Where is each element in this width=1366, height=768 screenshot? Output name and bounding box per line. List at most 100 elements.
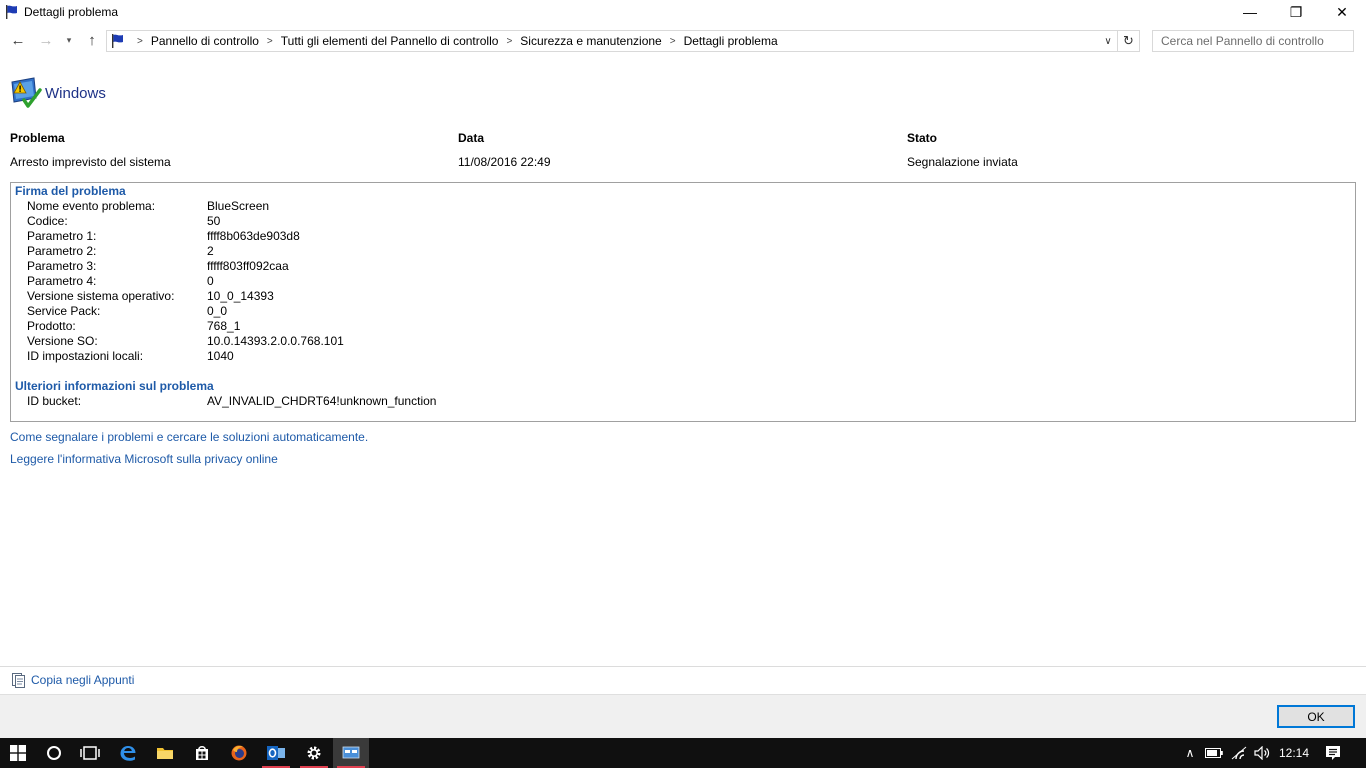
store-button[interactable] — [184, 738, 220, 768]
chevron-down-icon: ▾ — [66, 34, 72, 45]
more-info-title: Ulteriori informazioni sul problema — [15, 379, 214, 393]
detail-key: ID impostazioni locali: — [27, 349, 144, 363]
battery-icon — [1205, 748, 1223, 758]
clock[interactable]: 12:14 — [1274, 738, 1314, 768]
detail-value: 2 — [207, 244, 214, 258]
status-column: Stato Segnalazione inviata — [907, 131, 1018, 169]
restore-icon: ❐ — [1289, 3, 1303, 20]
control-panel-button[interactable] — [333, 738, 369, 768]
breadcrumb-separator-icon[interactable]: > — [137, 36, 143, 47]
detail-value: 1040 — [207, 349, 234, 363]
wifi-icon — [1231, 746, 1247, 760]
address-dropdown-button[interactable]: ∨ — [1101, 33, 1115, 49]
title-bar: Dettagli problema — ❐ ✕ — [0, 0, 1366, 24]
detail-key: Prodotto: — [27, 319, 76, 333]
problem-column: Problema Arresto imprevisto del sistema — [10, 131, 171, 169]
breadcrumb-item[interactable]: Pannello di controllo — [151, 34, 259, 48]
detail-key: Service Pack: — [27, 304, 101, 318]
settings-button[interactable] — [296, 738, 332, 768]
close-button[interactable]: ✕ — [1319, 0, 1365, 24]
detail-value: ffff8b063de903d8 — [207, 229, 300, 243]
minimize-button[interactable]: — — [1227, 0, 1273, 24]
search-icon — [47, 746, 61, 760]
detail-key: Versione sistema operativo: — [27, 289, 175, 303]
notification-icon — [1326, 746, 1340, 760]
task-view-button[interactable] — [72, 738, 108, 768]
problem-details-box[interactable]: Firma del problema Nome evento problema:… — [10, 182, 1356, 422]
detail-key: Parametro 3: — [27, 259, 97, 273]
product-name: Windows — [45, 85, 106, 102]
breadcrumb-separator-icon[interactable]: > — [506, 36, 512, 47]
network-button[interactable] — [1228, 738, 1250, 768]
flag-icon — [6, 5, 18, 19]
detail-key: Nome evento problema: — [27, 199, 156, 213]
problem-value: Arresto imprevisto del sistema — [10, 155, 171, 169]
address-bar[interactable]: > Pannello di controllo > Tutti gli elem… — [106, 30, 1140, 52]
speaker-icon — [1254, 746, 1270, 760]
refresh-button[interactable]: ↻ — [1117, 31, 1139, 51]
detail-value: BlueScreen — [207, 199, 270, 213]
detail-value: fffff803ff092caa — [207, 259, 289, 273]
detail-key: Parametro 1: — [27, 229, 97, 243]
recent-locations-button[interactable]: ▾ — [62, 30, 76, 50]
ok-button[interactable]: OK — [1277, 705, 1355, 728]
cortana-button[interactable] — [36, 738, 72, 768]
detail-value: 10_0_14393 — [207, 289, 274, 303]
edge-button[interactable] — [110, 738, 146, 768]
clipboard-icon — [12, 673, 25, 688]
detail-key: ID bucket: — [27, 394, 82, 408]
store-icon — [196, 746, 208, 760]
forward-button[interactable]: → — [36, 30, 56, 50]
task-view-icon — [80, 746, 100, 760]
status-value: Segnalazione inviata — [907, 155, 1018, 169]
date-value: 11/08/2016 22:49 — [458, 155, 551, 169]
detail-key: Versione SO: — [27, 334, 98, 348]
firefox-button[interactable] — [221, 738, 257, 768]
settings-icon — [307, 746, 321, 760]
search-box — [1152, 30, 1354, 52]
arrow-right-icon: → — [38, 31, 54, 49]
signature-title: Firma del problema — [15, 184, 126, 198]
firefox-icon — [231, 745, 247, 761]
date-label: Data — [458, 131, 485, 145]
action-center-button[interactable] — [1318, 738, 1348, 768]
arrow-up-icon: ↑ — [88, 31, 96, 49]
battery-button[interactable] — [1202, 738, 1226, 768]
start-button[interactable] — [0, 738, 36, 768]
breadcrumb-separator-icon[interactable]: > — [670, 36, 676, 47]
breadcrumb-item[interactable]: Dettagli problema — [684, 34, 778, 48]
detail-value: 50 — [207, 214, 221, 228]
breadcrumb-item[interactable]: Tutti gli elementi del Pannello di contr… — [281, 34, 499, 48]
search-input[interactable] — [1153, 31, 1353, 51]
detail-value: AV_INVALID_CHDRT64!unknown_function — [207, 394, 437, 408]
up-button[interactable]: ↑ — [82, 30, 102, 50]
edge-icon — [120, 746, 136, 761]
chevron-down-icon: ∨ — [1104, 35, 1112, 47]
copy-to-clipboard-link[interactable]: Copia negli Appunti — [10, 671, 134, 689]
volume-button[interactable] — [1251, 738, 1273, 768]
control-panel-icon — [342, 746, 360, 759]
outlook-button[interactable] — [258, 738, 294, 768]
start-icon — [10, 745, 26, 761]
taskbar: ∧ 12:14 — [0, 738, 1366, 768]
problem-label: Problema — [10, 131, 65, 145]
file-explorer-icon — [157, 748, 173, 759]
clock-time: 12:14 — [1278, 746, 1310, 760]
minimize-icon: — — [1243, 4, 1257, 20]
divider — [0, 666, 1366, 667]
how-to-report-link[interactable]: Come segnalare i problemi e cercare le s… — [10, 430, 368, 444]
date-column: Data 11/08/2016 22:49 — [458, 131, 551, 169]
navigation-bar: ← → ▾ ↑ > Pannello di controllo > Tutti … — [0, 26, 1366, 54]
maximize-button[interactable]: ❐ — [1273, 0, 1319, 24]
back-button[interactable]: ← — [8, 30, 28, 50]
detail-key: Parametro 2: — [27, 244, 97, 258]
chevron-up-icon: ∧ — [1185, 746, 1195, 760]
privacy-link[interactable]: Leggere l'informativa Microsoft sulla pr… — [10, 452, 278, 466]
breadcrumb-item[interactable]: Sicurezza e manutenzione — [520, 34, 661, 48]
detail-value: 0_0 — [207, 304, 228, 318]
dialog-footer: OK — [0, 694, 1366, 738]
show-hidden-icons-button[interactable]: ∧ — [1180, 738, 1200, 768]
file-explorer-button[interactable] — [147, 738, 183, 768]
window-title: Dettagli problema — [24, 5, 119, 19]
breadcrumb-separator-icon[interactable]: > — [267, 36, 273, 47]
